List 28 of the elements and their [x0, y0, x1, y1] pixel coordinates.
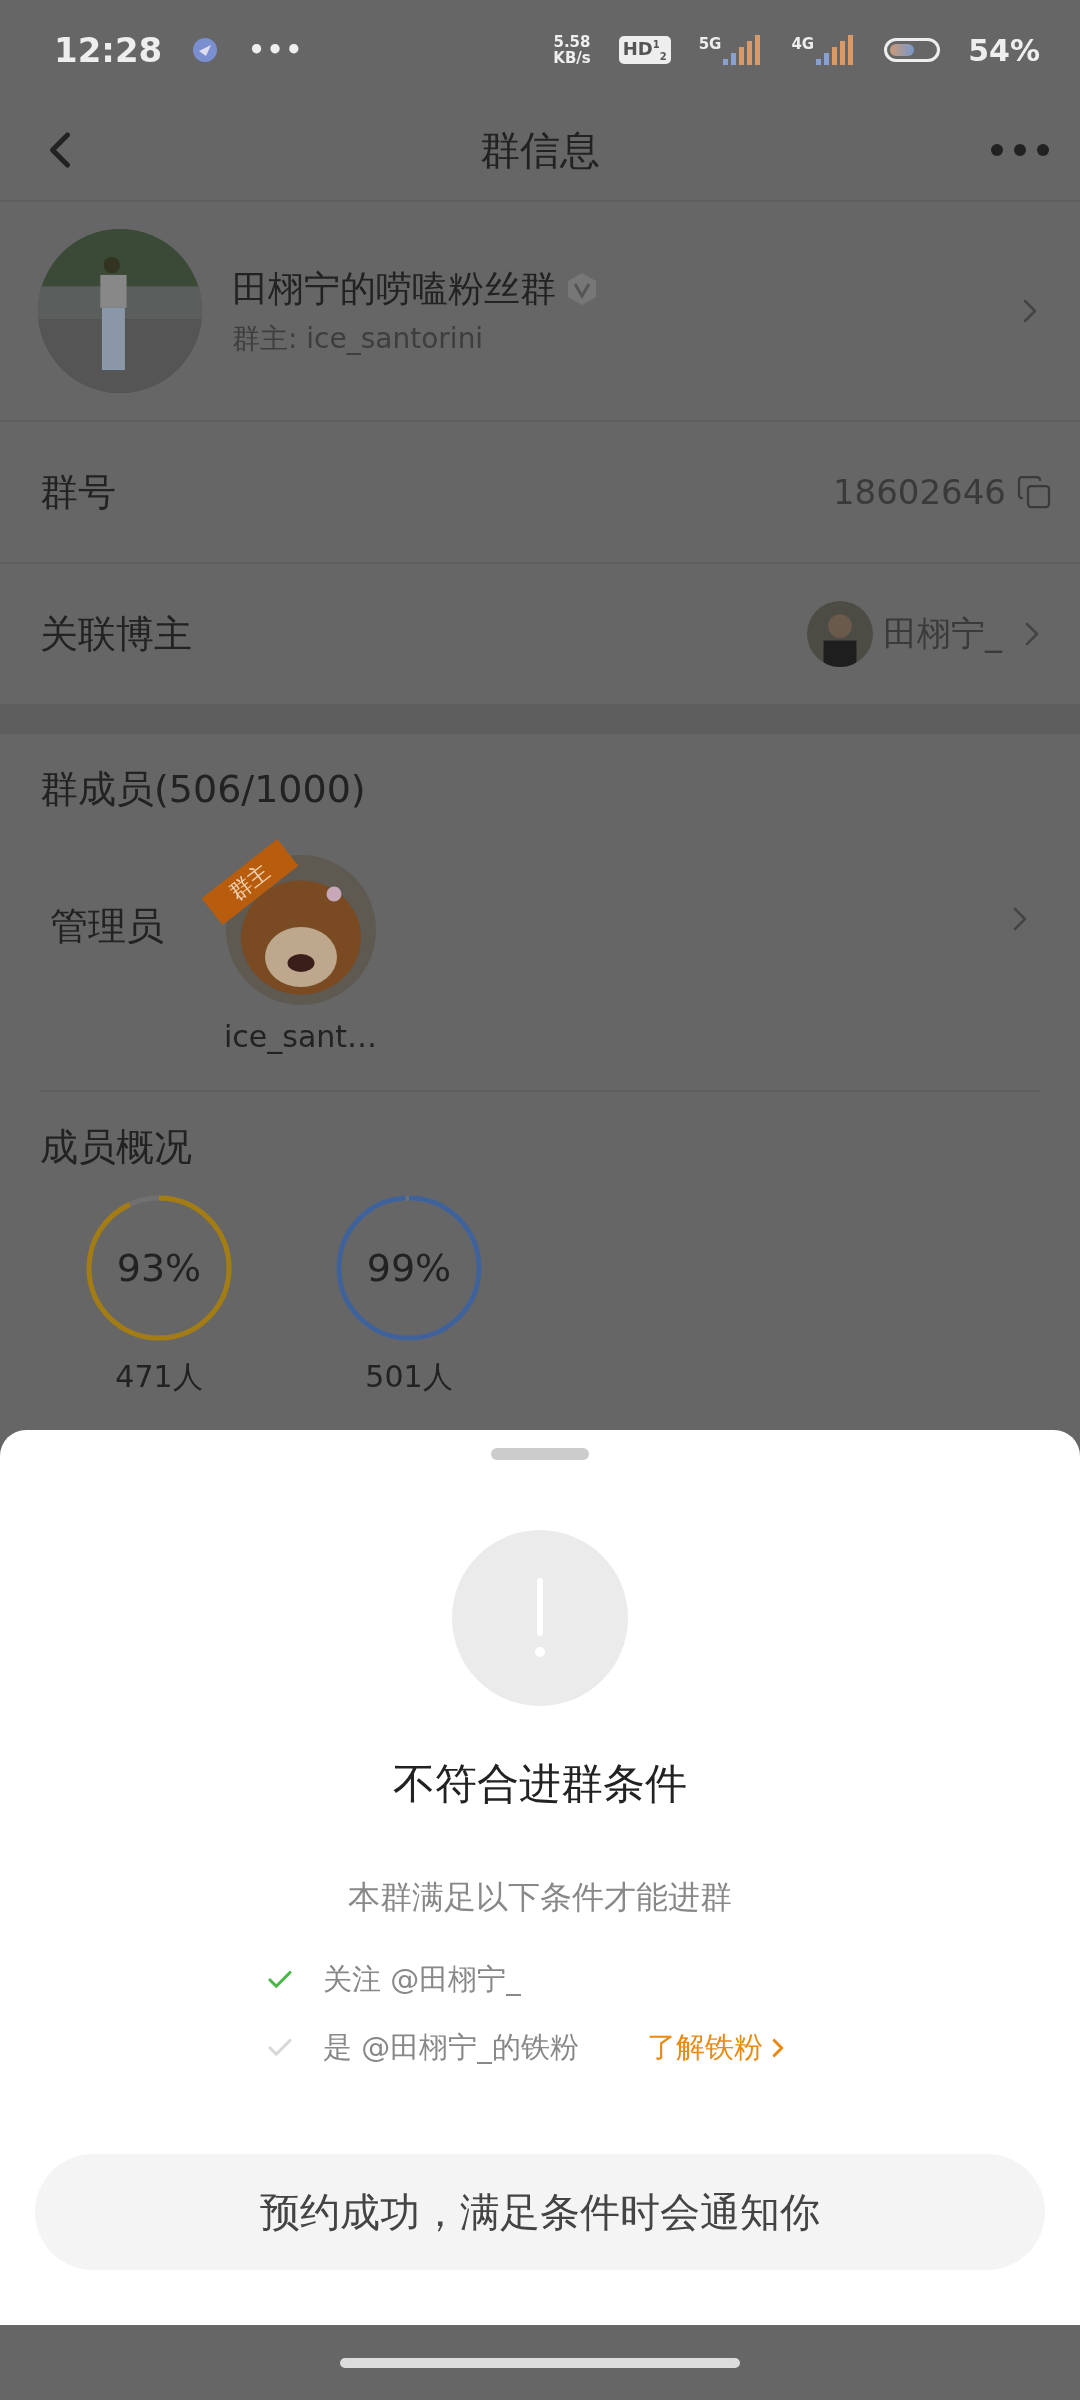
- admin-label: 管理员: [50, 903, 164, 950]
- row-label: 关联博主: [40, 610, 193, 658]
- network-type: 4G: [791, 35, 815, 53]
- sheet-handle[interactable]: [491, 1448, 589, 1460]
- battery-percentage: 54%: [968, 32, 1040, 68]
- more-notifications: •••: [248, 35, 305, 65]
- section-title: 成员概况: [40, 1124, 193, 1171]
- member-count: 471人: [115, 1358, 203, 1396]
- reservation-button[interactable]: 预约成功，满足条件时会通知你: [35, 2154, 1045, 2270]
- sheet-subtitle: 本群满足以下条件才能进群: [348, 1877, 732, 1918]
- group-name: 田栩宁的唠嗑粉丝群: [232, 266, 556, 311]
- page-title: 群信息: [480, 125, 600, 175]
- condition-text: 关注 @田栩宁_: [323, 1961, 521, 1998]
- row-label: 群号: [40, 468, 117, 516]
- section-title: 群成员(506/1000): [40, 766, 367, 813]
- home-indicator[interactable]: [340, 2357, 740, 2368]
- network-speed: 5.58 KB/s: [553, 34, 591, 66]
- copy-icon[interactable]: [1016, 474, 1052, 510]
- condition-text: 是 @田栩宁_的铁粉: [323, 2029, 579, 2066]
- battery-icon: [884, 38, 941, 62]
- admin-name: ice_sant…: [224, 1019, 378, 1054]
- member-count: 501人: [365, 1358, 453, 1396]
- network-type: 5G: [698, 35, 722, 53]
- more-icon[interactable]: [990, 143, 1050, 157]
- ring-percentage: 93%: [116, 1246, 202, 1290]
- ring-percentage: 99%: [366, 1246, 452, 1290]
- sheet-title: 不符合进群条件: [393, 1758, 687, 1810]
- status-time: 12:28: [54, 30, 163, 70]
